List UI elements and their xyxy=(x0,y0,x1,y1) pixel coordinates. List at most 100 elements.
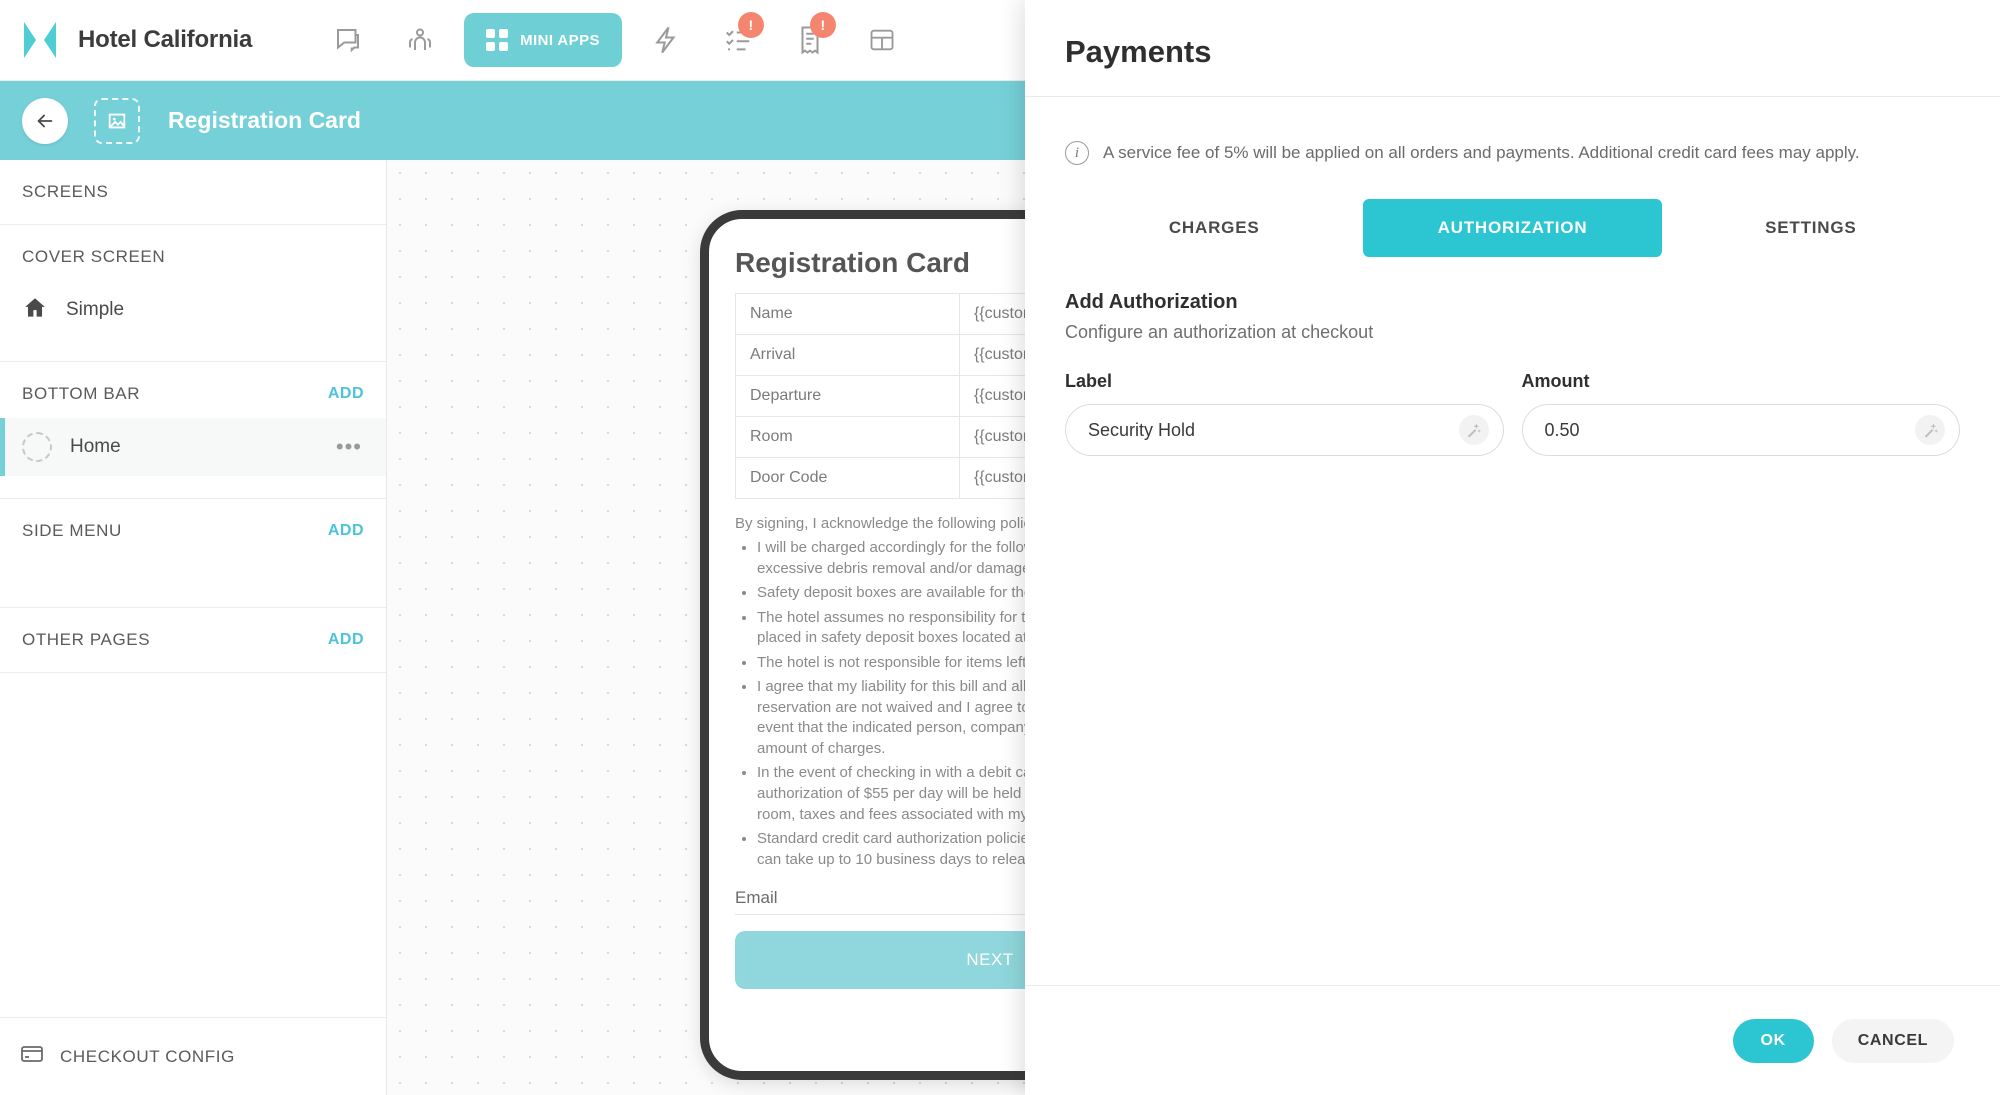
payments-panel: Payments i A service fee of 5% will be a… xyxy=(1025,0,2000,1095)
tasks-badge: ! xyxy=(737,12,764,38)
service-fee-notice-text: A service fee of 5% will be applied on a… xyxy=(1103,143,1860,162)
table-cell-key: Door Code xyxy=(735,457,960,499)
sidebar-section-header: OTHER PAGES ADD xyxy=(0,630,386,650)
top-navigation-bar: Hotel California MINI APPS ! ! xyxy=(0,0,1030,81)
ok-button[interactable]: OK xyxy=(1732,1018,1814,1063)
checkout-config-button[interactable]: CHECKOUT CONFIG xyxy=(0,1017,387,1095)
app-root: Hotel California MINI APPS ! ! Registrat… xyxy=(0,0,2000,1095)
panel-body: i A service fee of 5% will be applied on… xyxy=(1025,97,2000,985)
credit-card-icon xyxy=(20,1042,44,1071)
table-cell-value: {{customer.full_name}} xyxy=(958,293,1030,335)
registration-table: Name {{customer.full_name}} Arrival {{cu… xyxy=(735,293,1030,499)
screen-title: Registration Card xyxy=(168,107,361,133)
sidebar-section-bottom-bar: BOTTOM BAR ADD Home ••• xyxy=(0,362,386,499)
label-input-wrapper[interactable] xyxy=(1065,404,1504,456)
sidebar-section-screens: SCREENS xyxy=(0,160,386,225)
screen-subheader: Registration Card xyxy=(0,81,1030,160)
table-row: Door Code {{custom.door_code}} xyxy=(735,457,1030,499)
receipt-badge: ! xyxy=(809,12,836,38)
list-item: I will be charged accordingly for the fo… xyxy=(757,538,1030,579)
payments-tabs: CHARGES AUTHORIZATION SETTINGS xyxy=(1065,199,1960,257)
brand-title: Hotel California xyxy=(78,26,253,53)
mini-apps-button[interactable]: MINI APPS xyxy=(464,13,622,67)
table-cell-key: Departure xyxy=(735,375,960,417)
policy-intro: By signing, I acknowledge the following … xyxy=(735,515,1030,532)
list-item: I agree that my liability for this bill … xyxy=(757,677,1030,759)
top-icon-group: MINI APPS ! ! xyxy=(312,12,918,67)
mini-apps-label: MINI APPS xyxy=(520,31,600,49)
table-cell-key: Name xyxy=(735,293,960,335)
sidebar-add-other-pages[interactable]: ADD xyxy=(328,631,364,649)
sidebar-add-bottom-bar[interactable]: ADD xyxy=(328,385,364,403)
phone-preview: Registration Card Name {{customer.full_n… xyxy=(700,210,1030,1080)
amount-field-group: Amount xyxy=(1521,371,1960,456)
sidebar-item-label: Simple xyxy=(66,299,125,320)
tasks-icon[interactable]: ! xyxy=(702,12,774,66)
bolt-icon[interactable] xyxy=(630,14,702,66)
grid-icon xyxy=(486,29,509,51)
magic-wand-icon[interactable] xyxy=(1915,415,1945,445)
table-row: Room {{customer.room_number}} xyxy=(735,416,1030,458)
cancel-button[interactable]: CANCEL xyxy=(1831,1018,1954,1063)
table-cell-value: {{customer.checkout}} xyxy=(958,375,1030,417)
tab-authorization[interactable]: AUTHORIZATION xyxy=(1363,199,1662,257)
magic-wand-icon[interactable] xyxy=(1458,415,1489,445)
sidebar-section-label: BOTTOM BAR xyxy=(22,384,141,403)
panel-footer: OK CANCEL xyxy=(1025,985,2000,1095)
sidebar-section-header: SCREENS xyxy=(0,182,386,202)
screen-canvas: Registration Card Name {{customer.full_n… xyxy=(387,160,1030,1095)
table-cell-value: {{customer.check_in}} xyxy=(958,334,1030,376)
checkout-config-label: CHECKOUT CONFIG xyxy=(60,1046,235,1066)
table-cell-key: Arrival xyxy=(735,334,960,376)
next-button[interactable]: NEXT xyxy=(735,931,1030,990)
panel-title: Payments xyxy=(1025,0,2000,97)
tab-settings[interactable]: SETTINGS xyxy=(1662,199,1960,257)
table-row: Arrival {{customer.check_in}} xyxy=(735,334,1030,376)
preview-card-title: Registration Card xyxy=(735,247,970,278)
list-item: The hotel is not responsible for items l… xyxy=(757,653,1030,674)
app-logo-icon xyxy=(20,19,60,61)
email-field-label: Email xyxy=(735,888,1030,916)
label-field-label: Label xyxy=(1065,371,1113,391)
sidebar-section-cover-screen: COVER SCREEN Simple xyxy=(0,225,386,362)
tab-charges[interactable]: CHARGES xyxy=(1065,199,1363,257)
sidebar-item-menu-icon[interactable]: ••• xyxy=(336,436,362,458)
list-item: The hotel assumes no responsibility for … xyxy=(757,608,1030,649)
sidebar-section-label: SCREENS xyxy=(22,182,109,201)
table-cell-key: Room xyxy=(735,416,960,458)
list-item: Standard credit card authorization polic… xyxy=(757,829,1030,870)
table-row: Departure {{customer.checkout}} xyxy=(735,375,1030,417)
sidebar-section-header: SIDE MENU ADD xyxy=(0,521,386,541)
table-cell-value: {{custom.door_code}} xyxy=(958,457,1030,499)
screen-image-placeholder[interactable] xyxy=(94,97,140,144)
sidebar-section-label: SIDE MENU xyxy=(22,521,122,540)
authorization-fields: Label Amount xyxy=(1065,371,1960,456)
receipt-icon[interactable]: ! xyxy=(774,12,846,66)
label-field-group: Label xyxy=(1065,371,1504,456)
sidebar-item-label: Home xyxy=(70,436,121,457)
amount-field-label: Amount xyxy=(1521,371,1590,391)
sidebar-empty-space xyxy=(0,541,386,585)
table-icon[interactable] xyxy=(846,14,918,66)
sidebar-add-side-menu[interactable]: ADD xyxy=(328,522,364,540)
table-cell-value: {{customer.room_number}} xyxy=(958,416,1030,458)
list-item: In the event of checking in with a debit… xyxy=(757,763,1030,825)
info-icon: i xyxy=(1065,141,1089,165)
sidebar-section-header: COVER SCREEN xyxy=(0,247,386,267)
sidebar-section-label: COVER SCREEN xyxy=(22,247,166,266)
guests-icon[interactable] xyxy=(384,14,456,66)
sidebar-item-home[interactable]: Home ••• xyxy=(0,418,386,476)
chat-icon[interactable] xyxy=(312,14,384,66)
sidebar-item-simple[interactable]: Simple xyxy=(0,281,386,339)
sidebar-section-header: BOTTOM BAR ADD xyxy=(0,384,386,404)
table-row: Name {{customer.full_name}} xyxy=(735,293,1030,335)
sidebar-section-side-menu: SIDE MENU ADD xyxy=(0,499,386,608)
home-icon xyxy=(22,295,48,326)
amount-input[interactable] xyxy=(1544,419,1937,441)
amount-input-wrapper[interactable] xyxy=(1521,404,1960,456)
label-input[interactable] xyxy=(1088,419,1481,441)
service-fee-notice: i A service fee of 5% will be applied on… xyxy=(1065,141,1960,165)
back-button[interactable] xyxy=(22,97,68,144)
add-authorization-title: Add Authorization xyxy=(1065,291,1238,313)
list-item: Safety deposit boxes are available for t… xyxy=(757,583,1030,604)
